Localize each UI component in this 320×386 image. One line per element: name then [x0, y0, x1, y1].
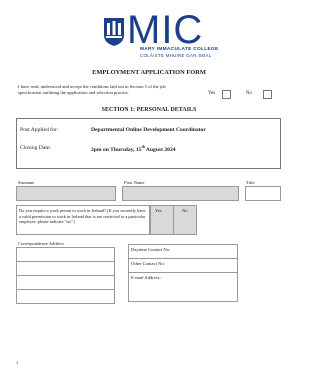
- other-contact-label: Other Contact No:: [131, 261, 165, 266]
- email-label: E-mail Address:: [131, 275, 161, 280]
- declaration-yes-label: Yes: [208, 91, 215, 96]
- work-permit-yes-cell[interactable]: [150, 205, 174, 235]
- correspondence-address-field[interactable]: [16, 247, 115, 304]
- daytime-contact-label: Daytime Contact No:: [131, 247, 171, 252]
- surname-field[interactable]: [16, 186, 116, 201]
- closing-date-value: 2pm on Thursday, 15th August 2024: [91, 145, 176, 153]
- section-title: SECTION 1: PERSONAL DETAILS: [101, 107, 197, 113]
- closing-date-main: 2pm on Thursday, 15: [91, 146, 142, 153]
- logo-college-name: MARY IMMACULATE COLLEGE: [140, 47, 219, 52]
- form-title: EMPLOYMENT APPLICATION FORM: [92, 69, 206, 76]
- declaration-text: I have read, understood and accept the c…: [18, 84, 166, 95]
- contact-details-box: [128, 244, 238, 302]
- correspondence-address-label: Correspondence Address: [18, 241, 64, 246]
- work-permit-no-label: No: [182, 208, 188, 213]
- title-field[interactable]: [245, 186, 281, 201]
- post-applied-label: Post Applied for:: [20, 127, 59, 133]
- declaration-yes-checkbox[interactable]: [222, 90, 231, 99]
- post-applied-value: Departmental Online Development Coordina…: [91, 127, 206, 133]
- page-number: 1: [16, 360, 19, 365]
- crest-icon: [104, 18, 124, 46]
- post-details-box: [16, 118, 281, 169]
- first-name-field[interactable]: [122, 186, 239, 201]
- logo-college-name-irish: COLÁISTE MHUIRE GAN SMÁL: [140, 53, 212, 58]
- declaration-no-checkbox[interactable]: [263, 90, 272, 99]
- first-name-label: First Name: [124, 180, 145, 185]
- work-permit-yes-label: Yes: [155, 208, 162, 213]
- closing-date-label: Closing Date:: [20, 145, 51, 151]
- title-label: Title: [246, 180, 255, 185]
- work-permit-question: Do you require a work permit to work in …: [19, 208, 146, 225]
- logo-wordmark: MIC: [127, 8, 204, 52]
- surname-label: Surname: [18, 180, 35, 185]
- declaration-no-label: No: [246, 91, 252, 96]
- closing-date-month: August 2024: [144, 146, 176, 153]
